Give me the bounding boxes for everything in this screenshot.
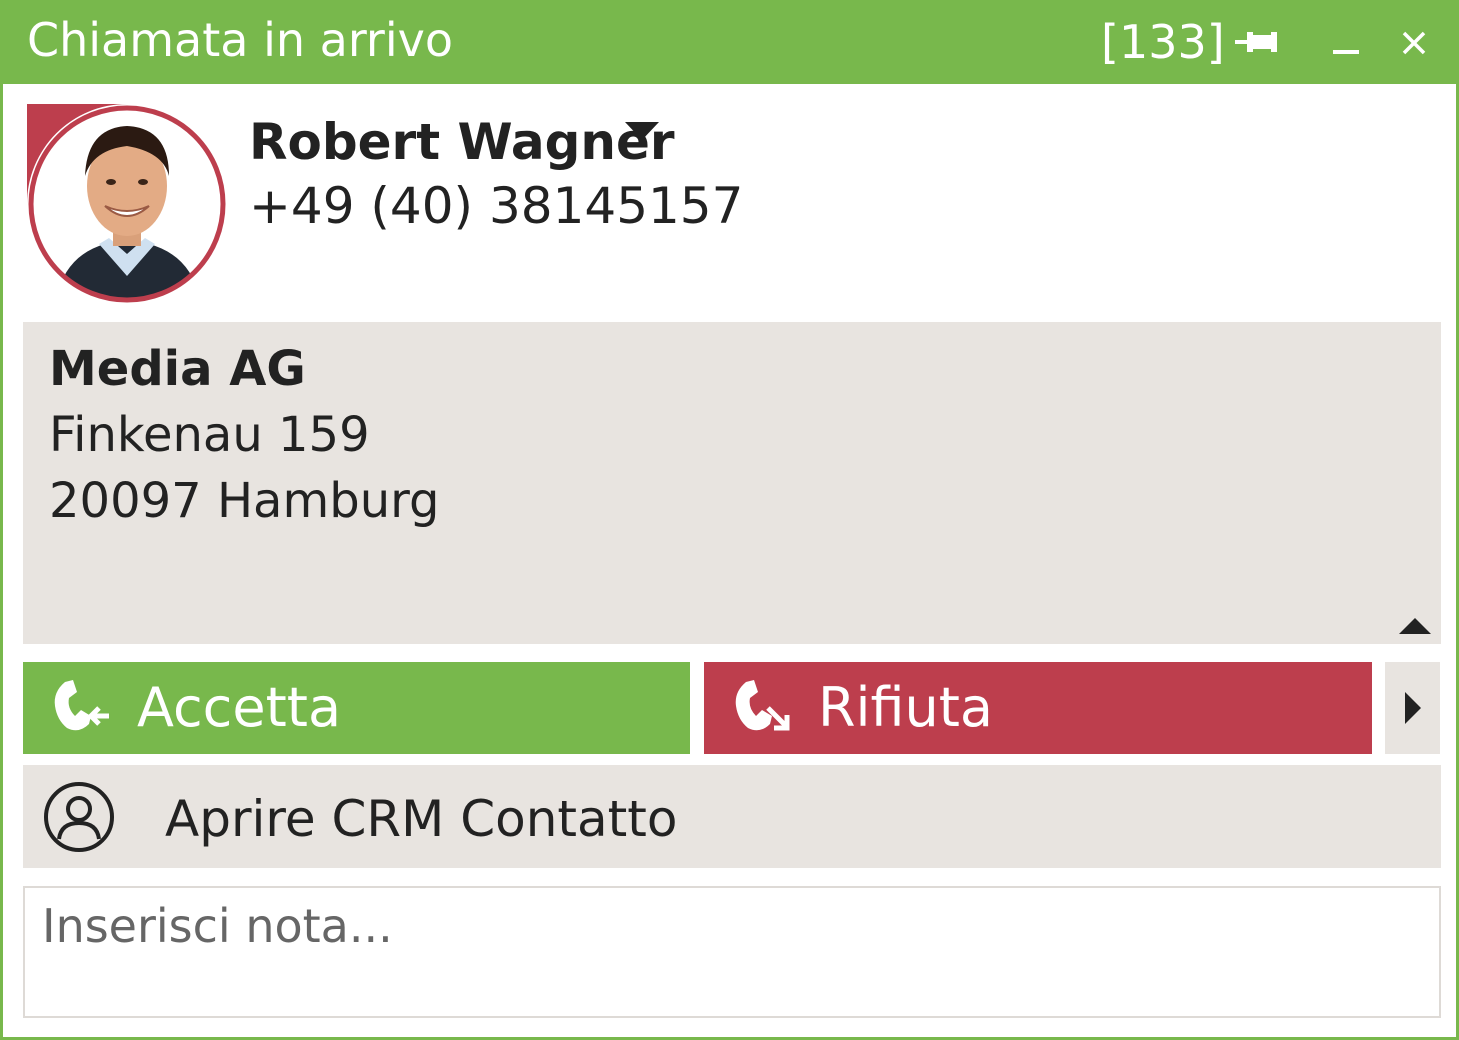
minimize-button[interactable] xyxy=(1323,20,1369,66)
company-name: Media AG xyxy=(49,341,306,397)
caret-down-icon xyxy=(625,122,659,140)
more-actions-button[interactable] xyxy=(1385,662,1440,754)
contact-avatar xyxy=(27,104,227,304)
call-count-badge: [133] xyxy=(1101,15,1225,69)
phone-incoming-icon xyxy=(54,680,109,731)
contact-dropdown-button[interactable] xyxy=(621,118,663,148)
close-icon xyxy=(1402,31,1426,55)
incoming-call-window: Chiamata in arrivo [133] Robert Wagner +… xyxy=(0,0,1459,1040)
address-city: 20097 Hamburg xyxy=(49,473,440,529)
note-input[interactable] xyxy=(23,886,1441,1018)
pin-icon xyxy=(1235,32,1277,52)
open-crm-contact-button[interactable]: Aprire CRM Contatto xyxy=(23,765,1441,868)
reject-label: Rifiuta xyxy=(818,676,994,739)
close-button[interactable] xyxy=(1391,20,1437,66)
title-bar[interactable]: Chiamata in arrivo [133] xyxy=(3,0,1459,84)
user-circle-icon xyxy=(44,782,114,852)
contact-phone-number: +49 (40) 38145157 xyxy=(249,177,744,235)
accept-label: Accetta xyxy=(137,676,342,739)
minimize-icon xyxy=(1333,50,1359,54)
crm-contact-label: Aprire CRM Contatto xyxy=(165,790,678,848)
reject-call-button[interactable]: Rifiuta xyxy=(704,662,1372,754)
collapse-details-button[interactable] xyxy=(1397,616,1433,638)
contact-details-panel: Media AG Finkenau 159 20097 Hamburg xyxy=(23,322,1441,644)
pin-button[interactable] xyxy=(1235,20,1281,66)
caret-up-icon xyxy=(1399,618,1431,634)
phone-declined-icon xyxy=(735,680,790,731)
caret-right-icon xyxy=(1405,692,1421,724)
address-street: Finkenau 159 xyxy=(49,407,370,463)
avatar-photo xyxy=(27,104,226,303)
window-title: Chiamata in arrivo xyxy=(27,13,453,67)
contact-name: Robert Wagner xyxy=(249,113,675,171)
accept-call-button[interactable]: Accetta xyxy=(23,662,690,754)
